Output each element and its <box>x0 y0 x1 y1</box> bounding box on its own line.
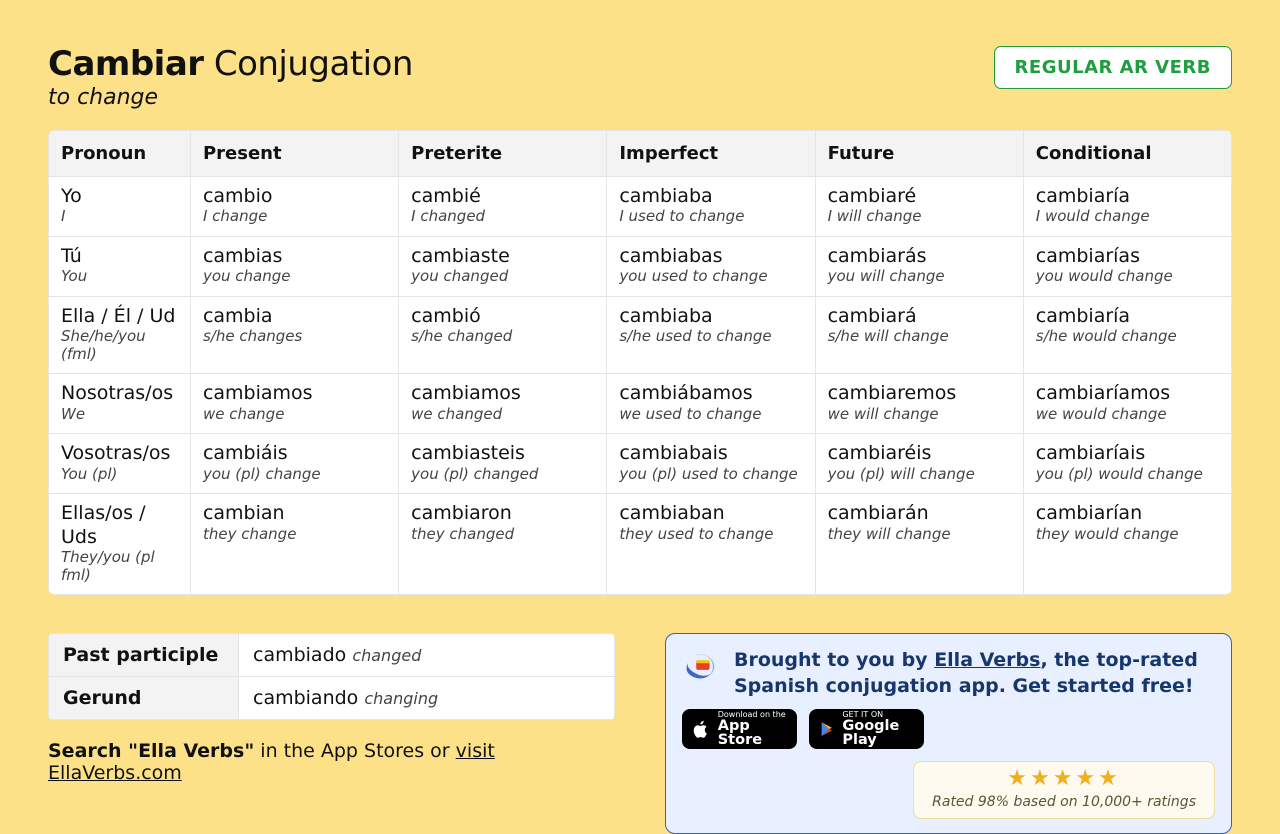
conjugation-cell: cambiaríaisyou (pl) would change <box>1023 433 1231 493</box>
search-line: Search "Ella Verbs" in the App Stores or… <box>48 740 615 784</box>
conjugation-cell: cambiabaI used to change <box>607 176 815 236</box>
column-header: Imperfect <box>607 130 815 176</box>
conjugation-cell: cambianthey change <box>190 493 398 594</box>
column-header: Conditional <box>1023 130 1231 176</box>
star-icons: ★★★★★ <box>932 768 1196 790</box>
rating-box: ★★★★★ Rated 98% based on 10,000+ ratings <box>913 761 1215 819</box>
promo-box: Brought to you by Ella Verbs, the top-ra… <box>665 633 1232 834</box>
app-store-button[interactable]: Download on the App Store <box>682 709 797 749</box>
conjugation-cell: cambiamoswe change <box>190 373 398 433</box>
verb-type-badge: REGULAR AR VERB <box>994 46 1232 89</box>
promo-app-icon <box>682 648 720 686</box>
conjugation-cell: cambiéI changed <box>399 176 607 236</box>
conjugation-cell: cambiaríaI would change <box>1023 176 1231 236</box>
participle-value: cambiando changing <box>239 676 615 719</box>
conjugation-cell: cambiaronthey changed <box>399 493 607 594</box>
conjugation-cell: cambiabasyou used to change <box>607 236 815 296</box>
column-header: Present <box>190 130 398 176</box>
conjugation-cell: cambiamoswe changed <box>399 373 607 433</box>
conjugation-cell: cambiaremoswe will change <box>815 373 1023 433</box>
conjugation-cell: cambiabanthey used to change <box>607 493 815 594</box>
conjugation-cell: cambioI change <box>190 176 398 236</box>
column-header: Preterite <box>399 130 607 176</box>
conjugation-cell: cambiaránthey will change <box>815 493 1023 594</box>
conjugation-cell: cambiarías/he would change <box>1023 296 1231 373</box>
conjugation-cell: cambiáisyou (pl) change <box>190 433 398 493</box>
promo-text: Brought to you by Ella Verbs, the top-ra… <box>734 648 1215 699</box>
pronoun-cell: TúYou <box>49 236 191 296</box>
pronoun-cell: YoI <box>49 176 191 236</box>
column-header: Pronoun <box>49 130 191 176</box>
conjugation-table: PronounPresentPreteriteImperfectFutureCo… <box>48 130 1232 595</box>
conjugation-cell: cambiasteisyou (pl) changed <box>399 433 607 493</box>
table-row: TúYoucambiasyou changecambiasteyou chang… <box>49 236 1232 296</box>
google-play-button[interactable]: GET IT ON Google Play <box>809 709 924 749</box>
pronoun-cell: Ella / Él / UdShe/he/you (fml) <box>49 296 191 373</box>
conjugation-cell: cambiabas/he used to change <box>607 296 815 373</box>
participle-label: Past participle <box>49 633 239 676</box>
conjugation-cell: cambiaréisyou (pl) will change <box>815 433 1023 493</box>
conjugation-cell: cambiabaisyou (pl) used to change <box>607 433 815 493</box>
verb-translation: to change <box>48 85 413 110</box>
conjugation-cell: cambiábamoswe used to change <box>607 373 815 433</box>
column-header: Future <box>815 130 1023 176</box>
table-row: Ellas/os / UdsThey/you (pl fml)cambianth… <box>49 493 1232 594</box>
participle-table: Past participlecambiado changedGerundcam… <box>48 633 615 720</box>
conjugation-cell: cambiasyou change <box>190 236 398 296</box>
ella-verbs-link[interactable]: Ella Verbs <box>934 649 1040 671</box>
conjugation-cell: cambiaréI will change <box>815 176 1023 236</box>
pronoun-cell: Vosotras/osYou (pl) <box>49 433 191 493</box>
google-play-icon <box>819 718 835 740</box>
conjugation-cell: cambiaríamoswe would change <box>1023 373 1231 433</box>
conjugation-cell: cambiarás/he will change <box>815 296 1023 373</box>
participle-value: cambiado changed <box>239 633 615 676</box>
participle-row: Gerundcambiando changing <box>49 676 615 719</box>
table-row: YoIcambioI changecambiéI changedcambiaba… <box>49 176 1232 236</box>
table-row: Vosotras/osYou (pl)cambiáisyou (pl) chan… <box>49 433 1232 493</box>
conjugation-cell: cambiaríasyou would change <box>1023 236 1231 296</box>
participle-row: Past participlecambiado changed <box>49 633 615 676</box>
apple-icon <box>692 718 711 740</box>
page-title: Cambiar Conjugation <box>48 46 413 83</box>
pronoun-cell: Nosotras/osWe <box>49 373 191 433</box>
table-row: Nosotras/osWecambiamoswe changecambiamos… <box>49 373 1232 433</box>
pronoun-cell: Ellas/os / UdsThey/you (pl fml) <box>49 493 191 594</box>
conjugation-cell: cambiasteyou changed <box>399 236 607 296</box>
conjugation-cell: cambias/he changes <box>190 296 398 373</box>
conjugation-cell: cambiaríanthey would change <box>1023 493 1231 594</box>
conjugation-cell: cambiós/he changed <box>399 296 607 373</box>
conjugation-cell: cambiarásyou will change <box>815 236 1023 296</box>
table-row: Ella / Él / UdShe/he/you (fml)cambias/he… <box>49 296 1232 373</box>
participle-label: Gerund <box>49 676 239 719</box>
